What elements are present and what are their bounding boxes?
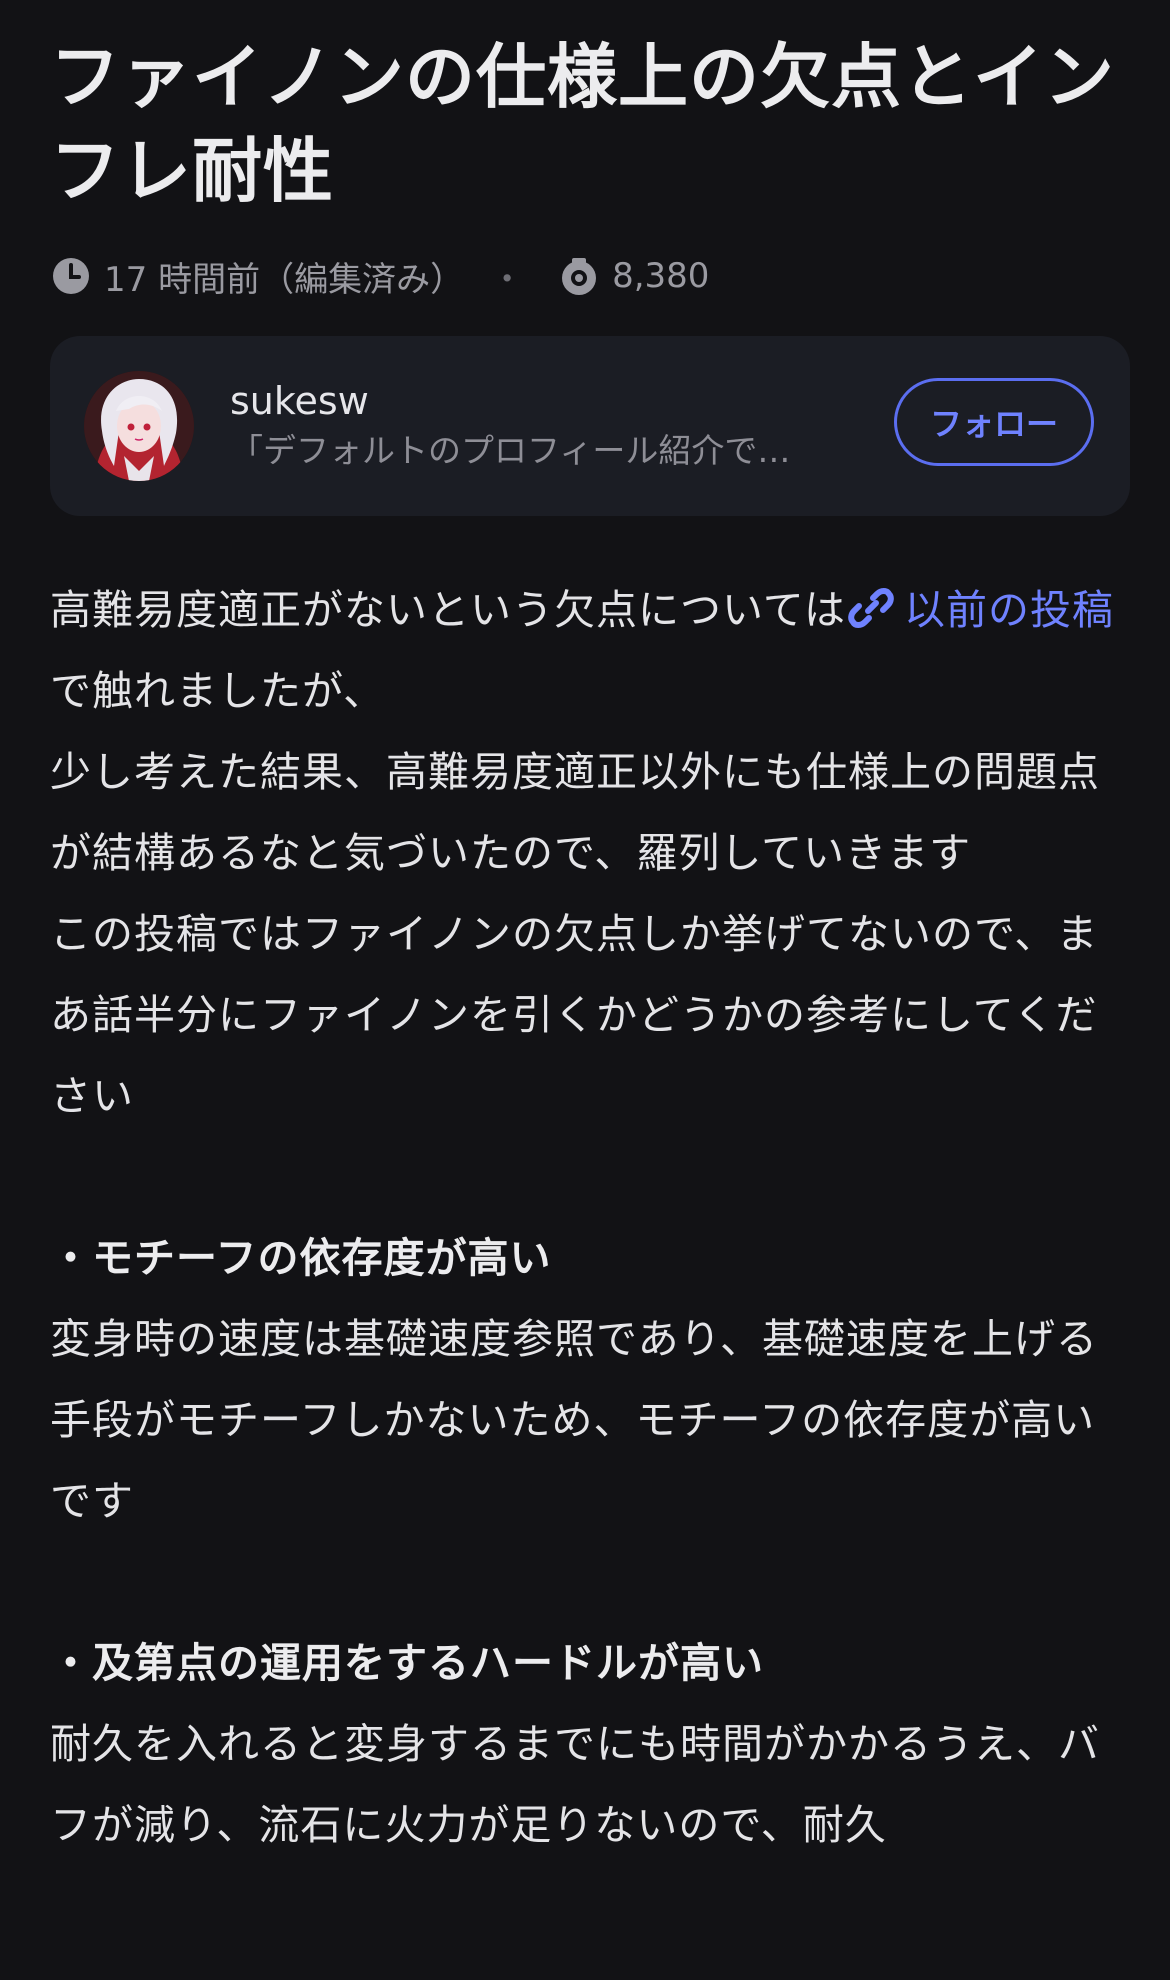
eye-icon [558,255,600,297]
follow-button[interactable]: フォロー [894,378,1094,466]
author-card[interactable]: sukesw 「デフォルトのプロフィール紹介で… フォロー [50,336,1130,516]
meta-separator: ・ [490,259,525,300]
article-page: ファイノンの仕様上の欠点とインフレ耐性 17 時間前（編集済み） ・ 8,380 [50,0,1130,1866]
paragraph-3: この投稿ではファイノンの欠点しか挙げてないので、まあ話半分にファイノンを引くかど… [50,910,1099,1120]
avatar[interactable] [84,371,194,481]
paragraph-intro: 高難易度適正がないという欠点については 以前の投稿で触れましたが、 [50,570,1130,732]
article-body: 高難易度適正がないという欠点については 以前の投稿で触れましたが、 少し考えた結… [50,570,1130,1866]
clock-icon [50,255,92,297]
paragraph-4: 変身時の速度は基礎速度参照であり、基礎速度を上げる手段がモチーフしかないため、モ… [50,1315,1098,1525]
intro-text: 高難易度適正がないという欠点については [50,586,846,634]
author-name[interactable]: sukesw [230,376,830,426]
article-meta: 17 時間前（編集済み） ・ 8,380 [50,246,1130,306]
author-bio: 「デフォルトのプロフィール紹介で… [230,431,791,470]
section-heading-1: ・モチーフの依存度が高い [50,1234,552,1282]
section-heading-2: ・及第点の運用をするハードルが高い [50,1639,764,1687]
link-icon[interactable] [848,577,894,628]
view-count: 8,380 [612,256,710,296]
previous-post-link[interactable]: 以前の投稿 [904,586,1114,634]
paragraph-5: 耐久を入れると変身するまでにも時間がかかるうえ、バフが減り、流石に火力が足りない… [50,1720,1100,1849]
post-time: 17 時間前（編集済み） [104,259,465,300]
article-title: ファイノンの仕様上の欠点とインフレ耐性 [50,36,1115,212]
intro-text-end: で触れましたが、 [50,667,386,715]
author-info: sukesw 「デフォルトのプロフィール紹介で… [230,376,830,476]
paragraph-2: 少し考えた結果、高難易度適正以外にも仕様上の問題点が結構あるなと気づいたので、羅… [50,748,1100,877]
